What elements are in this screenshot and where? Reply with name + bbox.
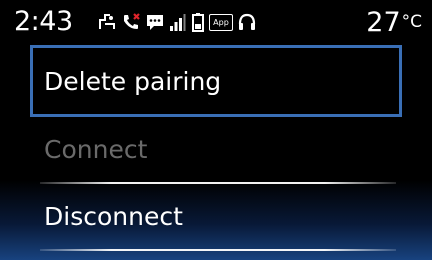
navigation-route-icon — [97, 11, 117, 33]
bluetooth-device-menu: Delete pairing Connect Disconnect — [30, 45, 402, 251]
battery-icon — [191, 11, 205, 33]
app-icon: App — [209, 11, 233, 33]
phone-missed-call-icon — [121, 11, 141, 33]
menu-item-delete-pairing[interactable]: Delete pairing — [30, 45, 402, 117]
message-icon — [145, 11, 165, 33]
menu-item-connect: Connect — [30, 117, 402, 182]
clock: 2:43 — [14, 6, 73, 37]
menu-item-label: Connect — [44, 135, 148, 164]
menu-item-label: Disconnect — [44, 202, 183, 231]
temperature-unit: °C — [401, 12, 422, 32]
headset-icon — [237, 11, 257, 33]
screen: 2:43 App 27°C Delete pairing Connect Dis… — [0, 0, 432, 260]
divider — [40, 249, 396, 251]
app-icon-label: App — [209, 13, 233, 31]
signal-strength-icon — [169, 11, 187, 33]
status-bar: 2:43 App 27°C — [0, 0, 432, 42]
outside-temperature: 27°C — [366, 6, 422, 39]
status-icons: App — [97, 10, 257, 34]
menu-item-label: Delete pairing — [44, 66, 222, 96]
temperature-value: 27 — [366, 7, 401, 38]
menu-item-disconnect[interactable]: Disconnect — [30, 184, 402, 249]
